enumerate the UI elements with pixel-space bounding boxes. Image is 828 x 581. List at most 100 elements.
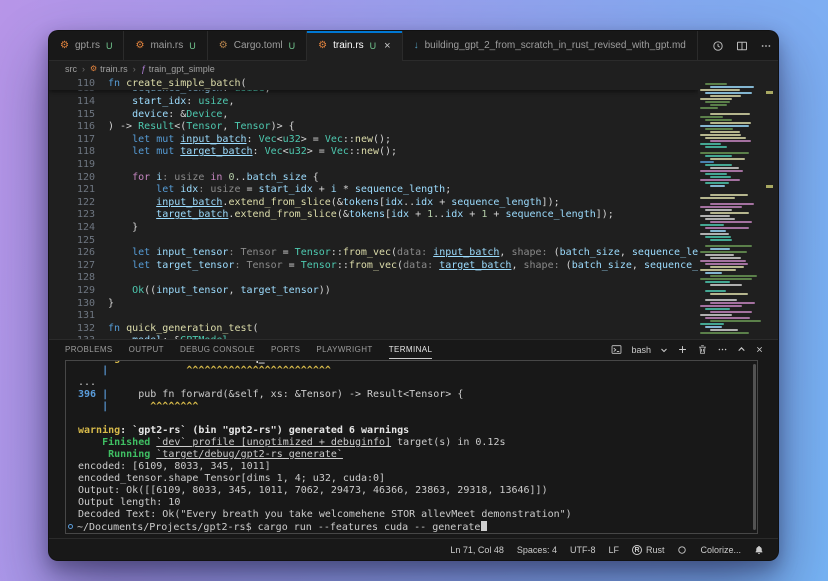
tab-Cargo.toml[interactable]: ⚙ Cargo.toml U bbox=[208, 31, 307, 60]
line-number: 115 bbox=[49, 109, 95, 122]
code-line[interactable]: 120 for i: usize in 0..batch_size { bbox=[49, 172, 698, 185]
maximize-panel-icon[interactable] bbox=[737, 345, 746, 354]
line-number: 128 bbox=[49, 272, 95, 285]
line-number: 113 bbox=[49, 90, 95, 96]
line-number: 118 bbox=[49, 146, 95, 159]
tab-label: gpt.rs bbox=[75, 40, 100, 51]
split-editor-icon[interactable] bbox=[736, 40, 748, 52]
panel-tab-terminal[interactable]: TERMINAL bbox=[381, 340, 441, 359]
panel-tab-output[interactable]: OUTPUT bbox=[121, 340, 172, 359]
chevron-right-icon: › bbox=[133, 64, 136, 74]
shell-label[interactable]: bash bbox=[631, 345, 651, 355]
code-line[interactable]: 133 model: &GPTModel, bbox=[49, 335, 698, 339]
close-icon[interactable]: × bbox=[384, 40, 390, 52]
terminal-line: Running `target/debug/gpt2-rs generate` bbox=[78, 449, 757, 461]
code-line[interactable]: 125 bbox=[49, 235, 698, 248]
code-line[interactable]: 128 bbox=[49, 272, 698, 285]
code-line[interactable]: 114 start_idx: usize, bbox=[49, 96, 698, 109]
code-line[interactable]: 132fn quick_generation_test( bbox=[49, 323, 698, 336]
status-indentation[interactable]: Spaces: 4 bbox=[517, 545, 557, 555]
code-line[interactable]: 122 input_batch.extend_from_slice(&token… bbox=[49, 197, 698, 210]
code-line[interactable]: 110fn create_simple_batch( bbox=[49, 77, 698, 90]
line-number: 117 bbox=[49, 134, 95, 147]
cargo-file-icon: ⚙ bbox=[219, 41, 228, 51]
breadcrumb-item-train_gpt_simple[interactable]: ƒtrain_gpt_simple bbox=[141, 64, 215, 74]
tab-train.rs[interactable]: ⚙train.rsU× bbox=[307, 31, 402, 60]
minimap[interactable] bbox=[698, 77, 764, 339]
tab-bar: ⚙gpt.rsU⚙main.rsU⚙Cargo.tomlU⚙train.rsU×… bbox=[49, 31, 778, 61]
tab-gpt.rs[interactable]: ⚙gpt.rsU bbox=[49, 31, 124, 60]
status-notifications[interactable] bbox=[754, 545, 764, 555]
terminal-line: encoded: [6109, 8033, 345, 1011] bbox=[78, 461, 757, 473]
code-line[interactable]: 117 let mut input_batch: Vec<u32> = Vec:… bbox=[49, 134, 698, 147]
tab-building_gpt_2_from_scratch_in_rust_revised_with_gpt.md[interactable]: ↓ building_gpt_2_from_scratch_in_rust_rev… bbox=[403, 31, 698, 60]
terminal-line: Finished `dev` profile [unoptimized + de… bbox=[78, 437, 757, 449]
status-language-mode[interactable]: RRust bbox=[632, 544, 665, 555]
breadcrumb-item-src[interactable]: src bbox=[65, 64, 77, 74]
status-feedback[interactable] bbox=[677, 545, 687, 555]
tab-label: main.rs bbox=[150, 40, 183, 51]
new-terminal-icon[interactable] bbox=[677, 344, 688, 355]
code-line[interactable]: 129 Ok((input_tensor, target_tensor)) bbox=[49, 285, 698, 298]
line-number: 119 bbox=[49, 159, 95, 172]
terminal-line: ~/Documents/Projects/gpt2-rs$ cargo run … bbox=[78, 521, 757, 533]
status-colorize[interactable]: Colorize... bbox=[700, 545, 741, 555]
history-icon[interactable] bbox=[712, 40, 724, 52]
panel-tab-problems[interactable]: PROBLEMS bbox=[57, 340, 121, 359]
panel-tab-playwright[interactable]: PLAYWRIGHT bbox=[308, 340, 380, 359]
tab-label: Cargo.toml bbox=[234, 40, 283, 51]
code-line[interactable]: 116) -> Result<(Tensor, Tensor)> { bbox=[49, 121, 698, 134]
line-number: 126 bbox=[49, 247, 95, 260]
line-number: 130 bbox=[49, 298, 95, 311]
terminal-line: warning: `gpt2-rs` (bin "gpt2-rs") gener… bbox=[78, 425, 757, 437]
code-line[interactable]: 113 sequence_length: usize, bbox=[49, 90, 698, 96]
git-status-badge: U bbox=[106, 41, 113, 51]
terminal[interactable]: warning: unused variable: `seq_len` | ^^… bbox=[65, 360, 758, 534]
code-line[interactable]: 121 let idx: usize = start_idx + i * seq… bbox=[49, 184, 698, 197]
code-line[interactable]: 124 } bbox=[49, 222, 698, 235]
tab-main.rs[interactable]: ⚙main.rsU bbox=[124, 31, 207, 60]
line-number: 123 bbox=[49, 209, 95, 222]
status-cursor-position[interactable]: Ln 71, Col 48 bbox=[450, 545, 504, 555]
code-area[interactable]: 110fn create_simple_batch( 113 sequence_… bbox=[49, 77, 698, 339]
code-line[interactable]: 115 device: &Device, bbox=[49, 109, 698, 122]
vscode-window: ⚙ gpt.rs U ⚙main.rsU⚙ Cargo.toml U ⚙train.rs U ×… bbox=[48, 30, 779, 561]
terminal-scrollbar[interactable] bbox=[753, 364, 756, 530]
terminal-line: Output length: 10 bbox=[78, 497, 757, 509]
code-line[interactable]: 123 target_batch.extend_from_slice(&toke… bbox=[49, 209, 698, 222]
code-line[interactable]: 118 let mut target_batch: Vec<u32> = Vec… bbox=[49, 146, 698, 159]
line-number: 114 bbox=[49, 96, 95, 109]
code-line[interactable]: 127 let target_tensor: Tensor = Tensor::… bbox=[49, 260, 698, 273]
status-eol[interactable]: LF bbox=[608, 545, 619, 555]
code-line[interactable]: 131 bbox=[49, 310, 698, 323]
git-status-badge: U bbox=[289, 41, 296, 51]
bell-icon bbox=[754, 545, 764, 555]
close-panel-icon[interactable] bbox=[755, 345, 764, 354]
line-number: 120 bbox=[49, 172, 95, 185]
panel-tab-ports[interactable]: PORTS bbox=[263, 340, 308, 359]
tab-label: building_gpt_2_from_scratch_in_rust_revi… bbox=[425, 40, 686, 51]
git-status-badge: U bbox=[370, 41, 377, 51]
code-line[interactable]: 126 let input_tensor: Tensor = Tensor::f… bbox=[49, 247, 698, 260]
breadcrumb-item-train.rs[interactable]: ⚙train.rs bbox=[90, 64, 128, 74]
editor-actions bbox=[698, 31, 779, 60]
code-line[interactable]: 130} bbox=[49, 298, 698, 311]
breadcrumb: src›⚙train.rs›ƒtrain_gpt_simple bbox=[49, 61, 778, 77]
code-editor[interactable]: 110fn create_simple_batch( 113 sequence_… bbox=[49, 77, 778, 339]
terminal-line: 396 | pub fn forward(&self, xs: &Tensor)… bbox=[78, 389, 757, 401]
terminal-icon bbox=[611, 344, 622, 355]
rust-icon: R bbox=[632, 544, 642, 555]
status-encoding[interactable]: UTF-8 bbox=[570, 545, 596, 555]
panel-body: warning: unused variable: `seq_len` | ^^… bbox=[49, 359, 778, 538]
sticky-scroll-line[interactable]: 110fn create_simple_batch( bbox=[49, 77, 698, 90]
kill-terminal-icon[interactable] bbox=[697, 344, 708, 355]
code-line[interactable]: 119 bbox=[49, 159, 698, 172]
panel-tab-debug-console[interactable]: DEBUG CONSOLE bbox=[172, 340, 263, 359]
chevron-down-icon[interactable] bbox=[660, 346, 668, 354]
line-number: 131 bbox=[49, 310, 95, 323]
markdown-file-icon: ↓ bbox=[414, 41, 419, 51]
terminal-line: | ^^^^^^^^ bbox=[78, 401, 757, 413]
function-symbol-icon: ƒ bbox=[141, 64, 146, 74]
more-actions-icon[interactable] bbox=[760, 40, 772, 52]
panel-more-icon[interactable] bbox=[717, 344, 728, 355]
